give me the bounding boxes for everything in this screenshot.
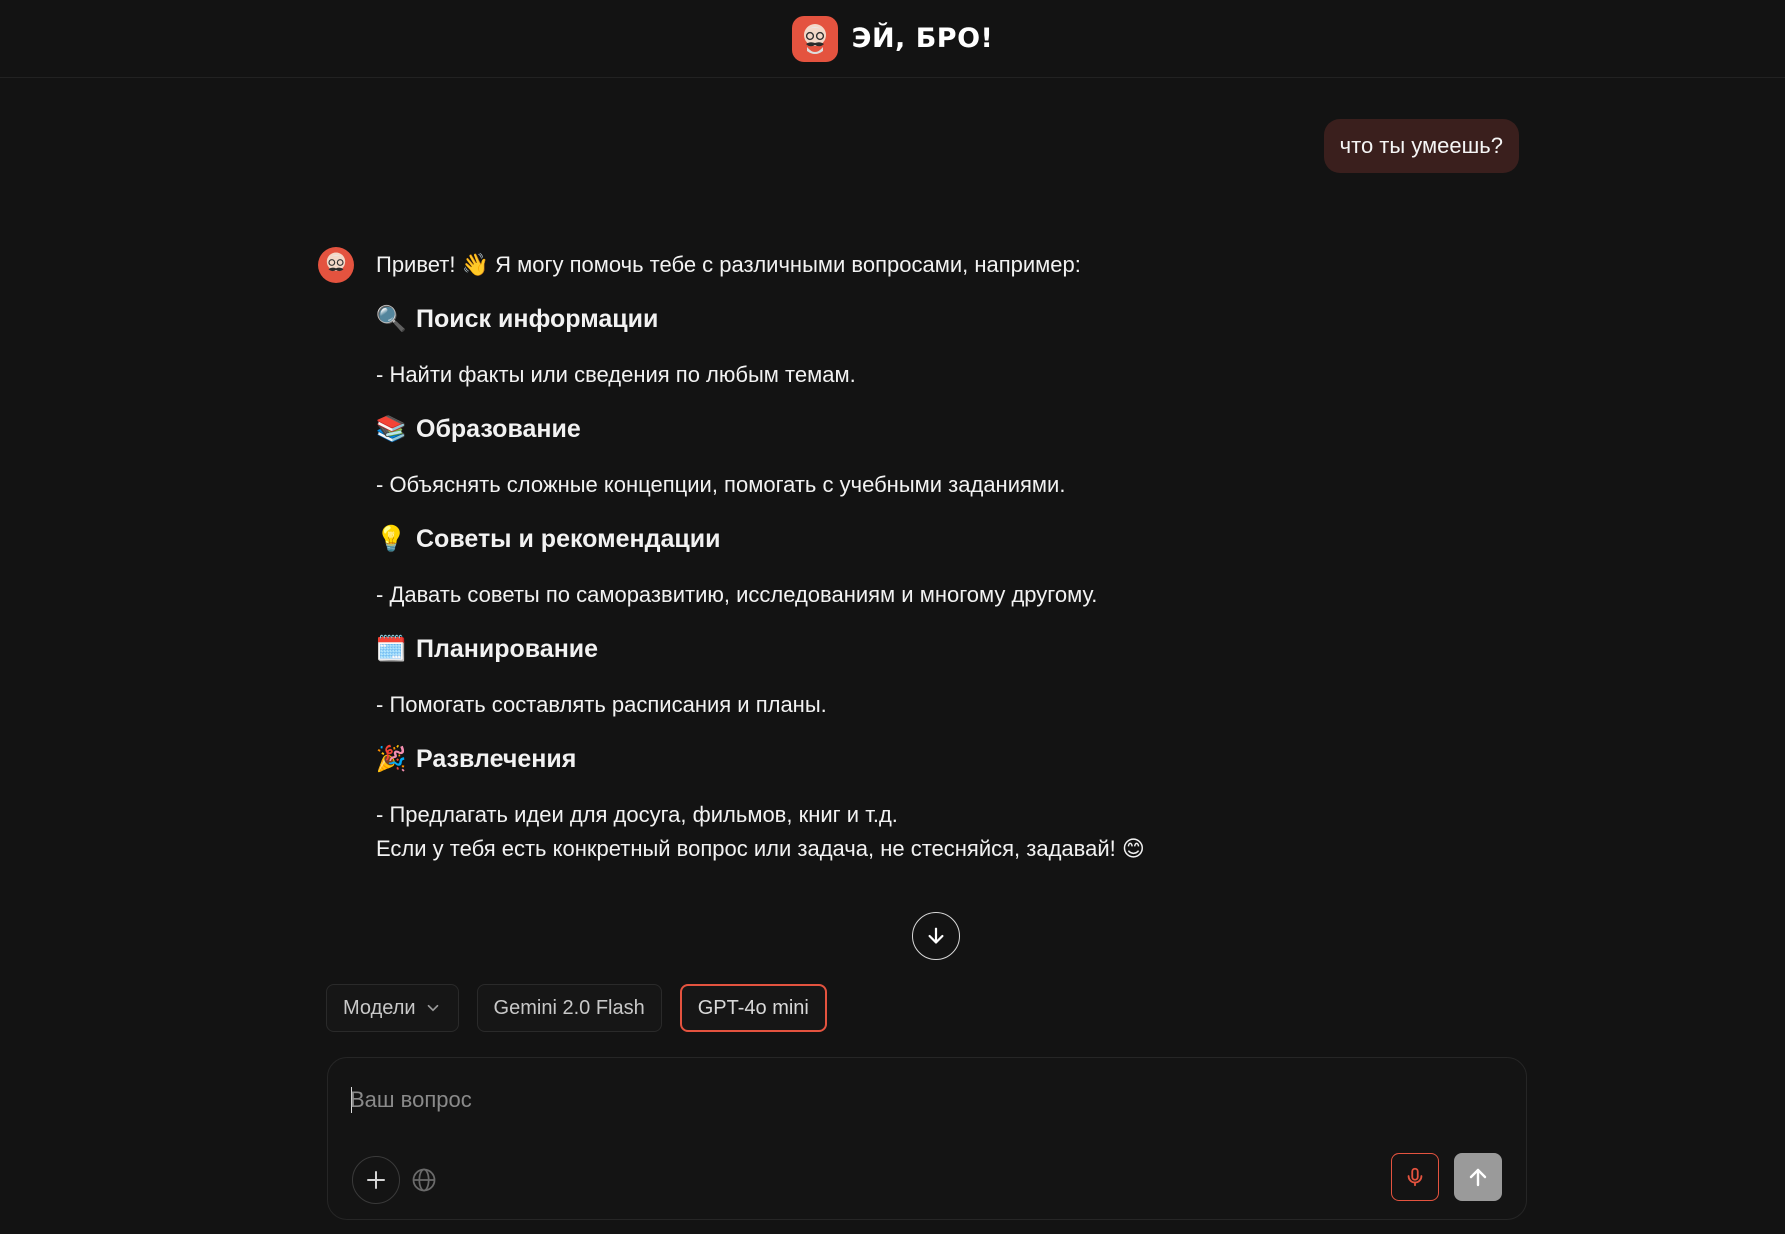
section-heading: 🔍 Поиск информации: [375, 302, 1376, 336]
section-title: Поиск информации: [416, 305, 659, 333]
message-composer: [327, 1057, 1527, 1220]
books-icon: 📚: [375, 415, 407, 443]
arrow-up-icon: [1469, 1168, 1487, 1187]
arrow-down-icon: [928, 927, 944, 944]
section-heading: 📚 Образование: [375, 412, 1376, 446]
section-desc: - Объяснять сложные концепции, помогать …: [376, 472, 1066, 497]
section-title: Развлечения: [416, 745, 577, 773]
section-desc: - Предлагать идеи для досуга, фильмов, к…: [376, 802, 898, 827]
section-desc: - Помогать составлять расписания и планы…: [376, 692, 827, 717]
attach-button[interactable]: [352, 1156, 400, 1204]
model-option-gemini[interactable]: Gemini 2.0 Flash: [476, 984, 662, 1032]
section-title: Образование: [416, 415, 581, 443]
bot-avatar: [318, 247, 354, 283]
party-popper-icon: 🎉: [375, 745, 407, 773]
models-dropdown[interactable]: Модели: [326, 984, 459, 1032]
bot-answer: Привет! 👋 Я могу помочь тебе с различным…: [375, 248, 1376, 866]
voice-input-button[interactable]: [1391, 1153, 1439, 1201]
app-title: ЭЙ, БРО!: [851, 23, 994, 54]
app-header: ЭЙ, БРО!: [0, 0, 1785, 78]
section-heading: 🎉 Развлечения: [375, 742, 1376, 776]
model-selector: Модели Gemini 2.0 Flash GPT-4o mini: [326, 984, 827, 1032]
section-desc: - Найти факты или сведения по любым тема…: [376, 362, 856, 387]
scroll-down-button[interactable]: [912, 912, 960, 960]
model-option-label: Gemini 2.0 Flash: [493, 996, 645, 1019]
send-button[interactable]: [1454, 1153, 1502, 1201]
user-message-text: что ты умеешь?: [1339, 133, 1503, 158]
globe-icon: [412, 1168, 436, 1192]
bot-outro: Если у тебя есть конкретный вопрос или з…: [376, 836, 1145, 861]
question-input[interactable]: [350, 1080, 1250, 1120]
models-dropdown-label: Модели: [343, 996, 416, 1019]
plus-icon: [367, 1171, 385, 1189]
chevron-down-icon: [427, 1004, 438, 1012]
user-message-bubble: что ты умеешь?: [1323, 119, 1519, 173]
web-search-button[interactable]: [400, 1156, 448, 1204]
section-title: Планирование: [416, 635, 599, 663]
section-desc: - Давать советы по саморазвитию, исследо…: [376, 582, 1098, 607]
section-heading: 💡 Советы и рекомендации: [375, 522, 1376, 556]
section-heading: 🗓️ Планирование: [375, 632, 1376, 666]
model-option-gpt4o-mini[interactable]: GPT-4o mini: [679, 984, 827, 1032]
model-option-label: GPT-4o mini: [697, 996, 809, 1019]
mustache-bro-icon[interactable]: [791, 15, 838, 62]
section-title: Советы и рекомендации: [416, 525, 721, 553]
lightbulb-icon: 💡: [375, 525, 407, 553]
calendar-icon: 🗓️: [375, 635, 407, 663]
bot-intro: Привет! 👋 Я могу помочь тебе с различным…: [376, 252, 1081, 277]
magnifier-icon: 🔍: [375, 305, 407, 333]
microphone-icon: [1407, 1167, 1423, 1187]
